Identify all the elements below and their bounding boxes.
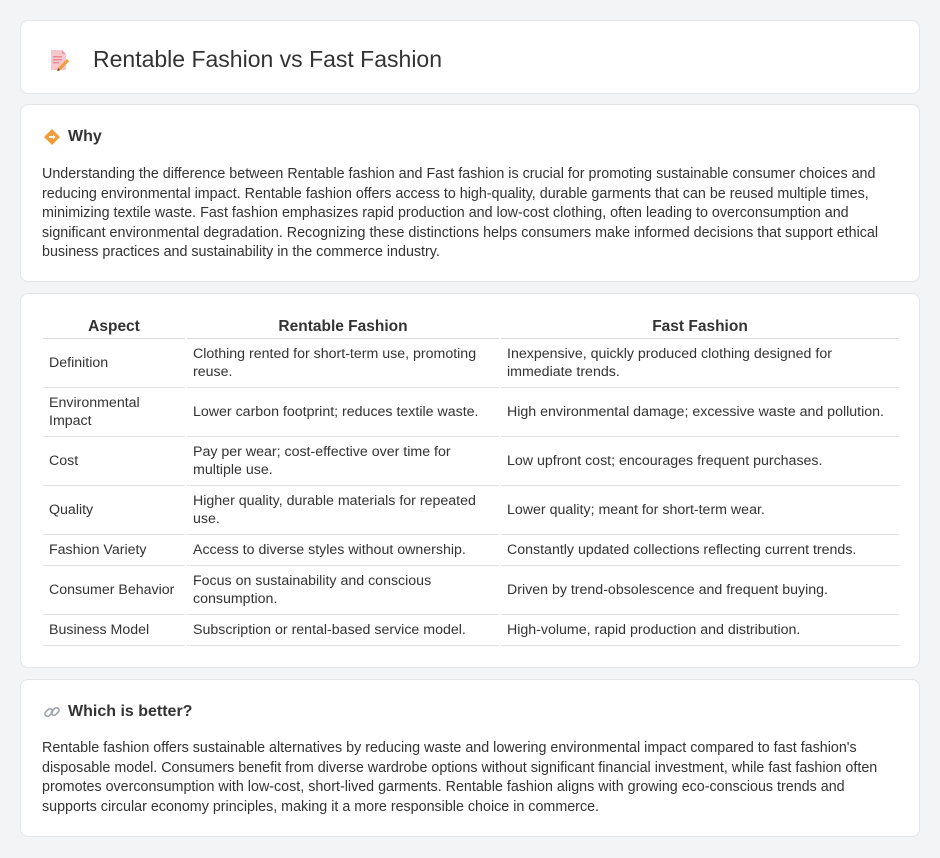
table-cell: Driven by trend-obsolescence and frequen…: [499, 565, 899, 615]
comparison-table: Aspect Rentable Fashion Fast Fashion Def…: [43, 316, 899, 646]
table-cell: Environmental Impact: [43, 387, 186, 437]
why-section: Why Understanding the difference between…: [20, 104, 920, 282]
table-cell: Inexpensive, quickly produced clothing d…: [499, 338, 899, 388]
why-text: Understanding the difference between Ren…: [42, 166, 879, 261]
better-heading-row: Which is better?: [43, 702, 192, 722]
table-cell: Consumer Behavior: [43, 565, 186, 615]
table-cell: Pay per wear; cost-effective over time f…: [185, 436, 500, 486]
table-cell: High environmental damage; excessive was…: [499, 387, 899, 437]
table-cell: Higher quality, durable materials for re…: [185, 485, 500, 535]
document-pencil-icon: [51, 50, 70, 71]
table-cell: Fashion Variety: [43, 534, 186, 566]
table-cell: Lower carbon footprint; reduces textile …: [185, 387, 500, 437]
table-cell: Cost: [43, 436, 186, 486]
better-heading: Which is better?: [68, 703, 193, 720]
diamond-signpost-icon: [44, 129, 60, 145]
table-row: Definition Clothing rented for short-ter…: [43, 338, 899, 388]
table-cell: Access to diverse styles without ownersh…: [185, 534, 500, 566]
column-header: Aspect: [43, 316, 186, 339]
table-row: Cost Pay per wear; cost-effective over t…: [43, 436, 899, 486]
table-row: Business Model Subscription or rental-ba…: [43, 614, 899, 646]
table-row: Fashion Variety Access to diverse styles…: [43, 534, 899, 566]
table-row: Environmental Impact Lower carbon footpr…: [43, 387, 899, 437]
page-title: Rentable Fashion vs Fast Fashion: [93, 46, 443, 72]
table-cell: Definition: [43, 338, 186, 388]
table-row: Consumer Behavior Focus on sustainabilit…: [43, 565, 899, 615]
why-heading: Why: [68, 128, 102, 145]
table-cell: Quality: [43, 485, 186, 535]
which-is-better-section: Which is better? Rentable fashion offers…: [20, 679, 920, 837]
better-text: Rentable fashion offers sustainable alte…: [42, 740, 878, 815]
table-cell: Subscription or rental-based service mod…: [185, 614, 500, 646]
comparison-section: Aspect Rentable Fashion Fast Fashion Def…: [20, 293, 920, 668]
table-cell: Low upfront cost; encourages frequent pu…: [499, 436, 899, 486]
column-header: Fast Fashion: [499, 316, 899, 339]
table-header-row: Aspect Rentable Fashion Fast Fashion: [43, 316, 899, 339]
table-cell: Business Model: [43, 614, 186, 646]
table-cell: High-volume, rapid production and distri…: [499, 614, 899, 646]
table-cell: Clothing rented for short-term use, prom…: [185, 338, 500, 388]
column-header: Rentable Fashion: [185, 316, 500, 339]
table-cell: Lower quality; meant for short-term wear…: [499, 485, 899, 535]
link-icon: [44, 706, 60, 718]
header-card: Rentable Fashion vs Fast Fashion: [20, 20, 920, 94]
table-row: Quality Higher quality, durable material…: [43, 485, 899, 535]
why-heading-row: Why: [43, 127, 102, 147]
table-cell: Focus on sustainability and conscious co…: [185, 565, 500, 615]
table-cell: Constantly updated collections reflectin…: [499, 534, 899, 566]
